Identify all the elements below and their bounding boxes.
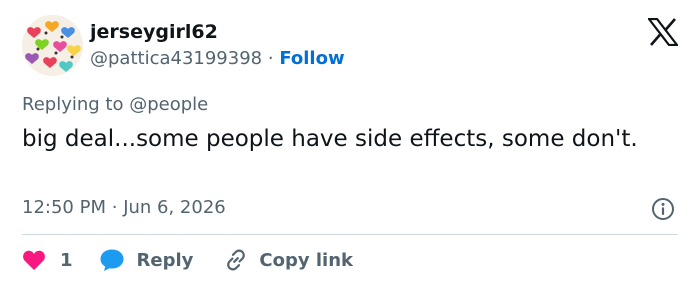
action-bar: 1 Reply Copy link [22,246,353,274]
handle-row: @pattica43199398 · Follow [90,48,345,69]
replying-mention[interactable]: @people [129,94,208,115]
heart-icon [23,250,45,270]
display-name[interactable]: jerseygirl62 [90,21,218,43]
timestamp-separator: · [111,197,118,218]
copy-link-button[interactable]: Copy link [223,247,353,273]
user-handle[interactable]: @pattica43199398 [90,48,262,69]
tweet-card: jerseygirl62 @pattica43199398 · Follow R… [0,0,700,287]
tweet-time: 12:50 PM [22,197,106,218]
follow-button[interactable]: Follow [279,48,344,69]
like-count: 1 [60,249,73,271]
replying-prefix: Replying to [22,94,124,115]
avatar-hearts-image [22,15,83,76]
copy-link-label: Copy link [259,249,353,271]
reply-button[interactable]: Reply [99,248,194,272]
divider [22,234,678,235]
like-button[interactable]: 1 [22,249,73,271]
link-icon [227,249,246,271]
x-logo-icon[interactable] [648,18,678,46]
tweet-timestamp[interactable]: 12:50 PM · Jun 6, 2026 [22,197,226,218]
info-icon[interactable] [651,197,675,221]
speech-bubble-icon [100,249,124,271]
avatar[interactable] [22,15,83,76]
replying-to: Replying to @people [22,94,208,115]
handle-separator: · [267,48,274,69]
reply-label: Reply [136,249,194,271]
tweet-date: Jun 6, 2026 [123,197,226,218]
tweet-text: big deal...some people have side effects… [22,126,638,152]
